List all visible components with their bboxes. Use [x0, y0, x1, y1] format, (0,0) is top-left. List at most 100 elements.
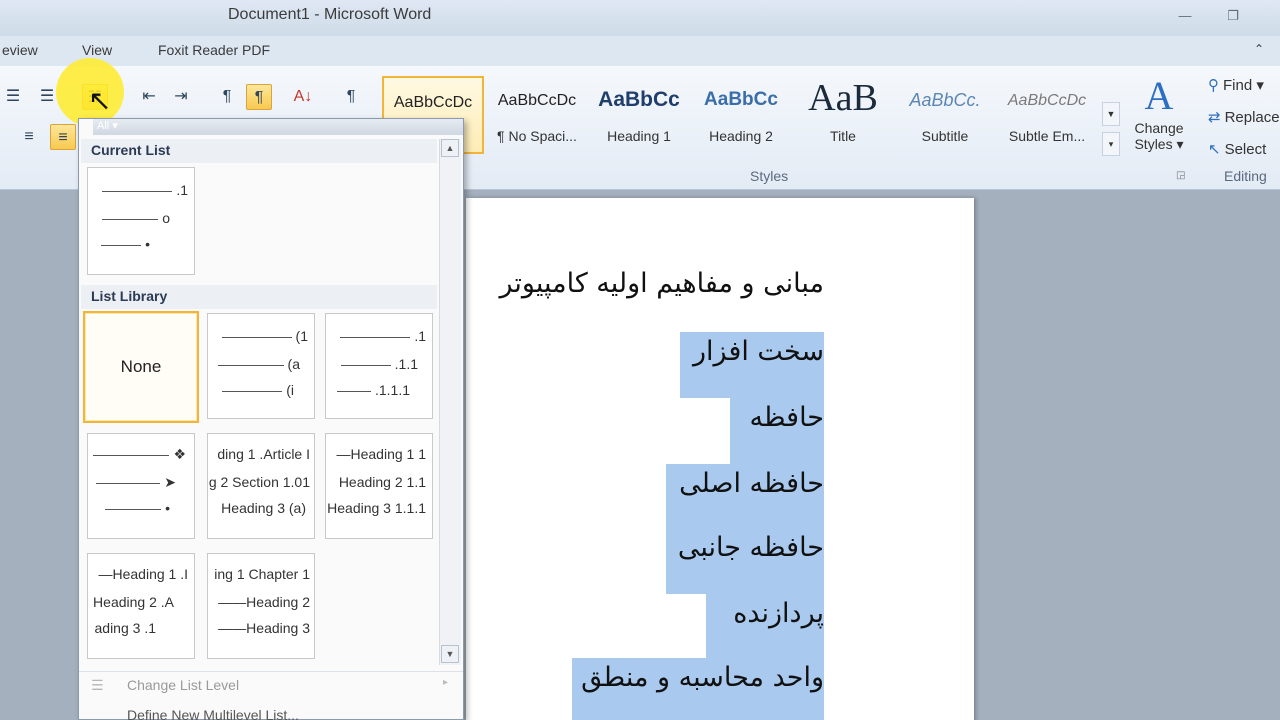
style-heading-1[interactable]: AaBbCc Heading 1: [588, 76, 690, 154]
styles-launcher-icon[interactable]: ◲: [1176, 170, 1185, 181]
selected-line[interactable]: حافظه جانبی: [666, 528, 824, 594]
tile-line: .1: [176, 182, 188, 198]
align-center-button[interactable]: ≡: [16, 124, 42, 150]
document-page[interactable]: مبانی و مفاهیم اولیه کامپیوتر سخت افزار …: [466, 198, 974, 720]
tile-line: .1: [414, 328, 426, 344]
list-style-bullets[interactable]: ❖ ➤ •: [87, 433, 195, 539]
tile-line: ding 1 .Article I: [217, 446, 310, 462]
tile-line: (1: [295, 328, 308, 344]
selected-line[interactable]: پردازنده: [706, 594, 824, 660]
tile-line: o: [162, 210, 170, 226]
style-subtle-emphasis[interactable]: AaBbCcDc Subtle Em...: [996, 76, 1098, 154]
style-subtitle[interactable]: AaBbCc. Subtitle: [894, 76, 996, 154]
selected-line[interactable]: واحد محاسبه و منطق: [572, 658, 824, 720]
tab-view[interactable]: View: [82, 42, 112, 58]
tile-line: ——Heading 3: [218, 620, 310, 636]
change-styles-icon: A: [1144, 73, 1174, 118]
replace-button[interactable]: ⇄ Replace: [1208, 108, 1280, 126]
style-name: Title: [830, 128, 856, 144]
style-preview: AaBbCcDc: [497, 92, 577, 109]
style-title[interactable]: AaB Title: [792, 76, 894, 154]
select-label: Select: [1224, 141, 1267, 158]
align-right-button[interactable]: ≡: [50, 124, 76, 150]
gallery-scroll-down-icon[interactable]: ▼: [1102, 102, 1120, 126]
tile-line: .1.1.1: [374, 382, 410, 398]
style-no-spacing[interactable]: AaBbCcDc ¶ No Spaci...: [486, 76, 588, 154]
none-label: None: [120, 357, 162, 376]
document-heading[interactable]: مبانی و مفاهیم اولیه کامپیوتر: [499, 268, 824, 299]
change-level-icon: ☰: [91, 677, 104, 693]
current-list-tile[interactable]: .1 o •: [87, 167, 195, 275]
style-name: Subtitle: [921, 128, 969, 144]
binoculars-icon: ⚲: [1208, 77, 1219, 94]
replace-label: Replace: [1224, 109, 1280, 126]
tile-line: •: [165, 500, 170, 516]
list-style-parenthesis[interactable]: (1 (a (i: [207, 313, 315, 419]
sort-button[interactable]: A↓: [290, 84, 316, 110]
scroll-up-icon[interactable]: ▲: [441, 139, 459, 157]
list-style-heading-roman[interactable]: —Heading 1 .I Heading 2 .A ading 3 .1: [87, 553, 195, 659]
collapse-ribbon-icon[interactable]: ⌃: [1254, 42, 1264, 56]
style-preview: AaBbCcDc: [1007, 92, 1087, 109]
tile-line: —Heading 1 .I: [98, 566, 189, 582]
select-button[interactable]: ↖ Select: [1208, 140, 1266, 158]
restore-button[interactable]: ❐: [1220, 6, 1246, 26]
list-style-decimal[interactable]: .1 .1.1 .1.1.1: [325, 313, 433, 419]
list-style-chapter[interactable]: ing 1 Chapter 1 ——Heading 2 ——Heading 3: [207, 553, 315, 659]
list-filter-dropdown[interactable]: All ▾: [93, 119, 463, 135]
style-preview: AaBbCc: [598, 88, 680, 111]
replace-icon: ⇄: [1208, 109, 1221, 126]
tab-foxit-reader-pdf[interactable]: Foxit Reader PDF: [158, 42, 270, 58]
list-style-none[interactable]: None: [83, 311, 199, 423]
change-list-level-item[interactable]: Change List Level: [127, 677, 239, 693]
dropdown-divider: [79, 671, 463, 672]
gallery-more-icon[interactable]: ▾: [1102, 132, 1120, 156]
selected-line[interactable]: حافظه اصلی: [666, 464, 824, 530]
styles-gallery: AaBbCcDc AaBbCcDc ¶ No Spaci... AaBbCc H…: [382, 76, 1122, 156]
show-formatting-button[interactable]: ¶: [338, 84, 364, 110]
style-preview: AaBbCc: [704, 89, 778, 110]
select-arrow-icon: ↖: [1208, 141, 1221, 158]
tile-line: Heading 2 1.1: [338, 474, 426, 490]
find-label: Find ▾: [1223, 77, 1264, 94]
minimize-button[interactable]: —: [1172, 6, 1198, 26]
increase-indent-button[interactable]: ⇥: [168, 84, 194, 110]
change-styles-button[interactable]: A Change Styles ▾: [1126, 72, 1192, 153]
tile-line: (i: [286, 382, 294, 398]
window-title: Document1 - Microsoft Word: [228, 6, 432, 23]
style-name: Subtle Em...: [1008, 128, 1086, 144]
ribbon-tabs: eview View Foxit Reader PDF ⌃: [0, 36, 1280, 66]
style-name: ¶ No Spaci...: [497, 128, 577, 144]
tile-line: ❖: [173, 446, 186, 462]
style-heading-2[interactable]: AaBbCc Heading 2: [690, 76, 792, 154]
ltr-button[interactable]: ¶: [214, 84, 240, 110]
dropdown-scrollbar[interactable]: [439, 139, 461, 665]
tile-line: ——Heading 2: [218, 594, 310, 610]
current-list-header: Current List: [81, 139, 437, 163]
list-style-article[interactable]: ding 1 .Article I g 2 Section 1.01 Headi…: [207, 433, 315, 539]
title-bar: Document1 - Microsoft Word — ❐: [0, 0, 1280, 36]
tile-line: ing 1 Chapter 1: [214, 566, 310, 582]
group-label-editing: Editing: [1224, 168, 1267, 184]
rtl-button[interactable]: ¶: [246, 84, 272, 110]
tile-line: —Heading 1 1: [336, 446, 426, 462]
tile-line: ading 3 .1: [94, 620, 157, 636]
scroll-down-icon[interactable]: ▼: [441, 645, 459, 663]
bullets-button[interactable]: ☰: [0, 84, 26, 110]
decrease-indent-button[interactable]: ⇤: [136, 84, 162, 110]
tile-line: Heading 3 1.1.1: [327, 500, 426, 516]
change-styles-label: Change: [1134, 120, 1184, 136]
mouse-cursor-icon: ↖: [88, 85, 112, 116]
list-style-heading-numbered[interactable]: —Heading 1 1 Heading 2 1.1 Heading 3 1.1…: [325, 433, 433, 539]
tab-review[interactable]: eview: [2, 42, 38, 58]
style-name: Heading 2: [709, 128, 773, 144]
tile-line: Heading 2 .A: [93, 594, 174, 610]
submenu-arrow-icon: ▸: [443, 677, 449, 688]
find-button[interactable]: ⚲ Find ▾: [1208, 76, 1264, 94]
style-preview: AaBbCc.: [909, 90, 981, 110]
define-new-multilevel-list-item[interactable]: Define New Multilevel List...: [127, 707, 299, 720]
selected-line[interactable]: حافظه: [730, 398, 824, 464]
selected-line[interactable]: سخت افزار: [680, 332, 824, 398]
style-preview: AaBbCcDc: [393, 94, 473, 111]
group-label-styles: Styles: [750, 168, 789, 184]
